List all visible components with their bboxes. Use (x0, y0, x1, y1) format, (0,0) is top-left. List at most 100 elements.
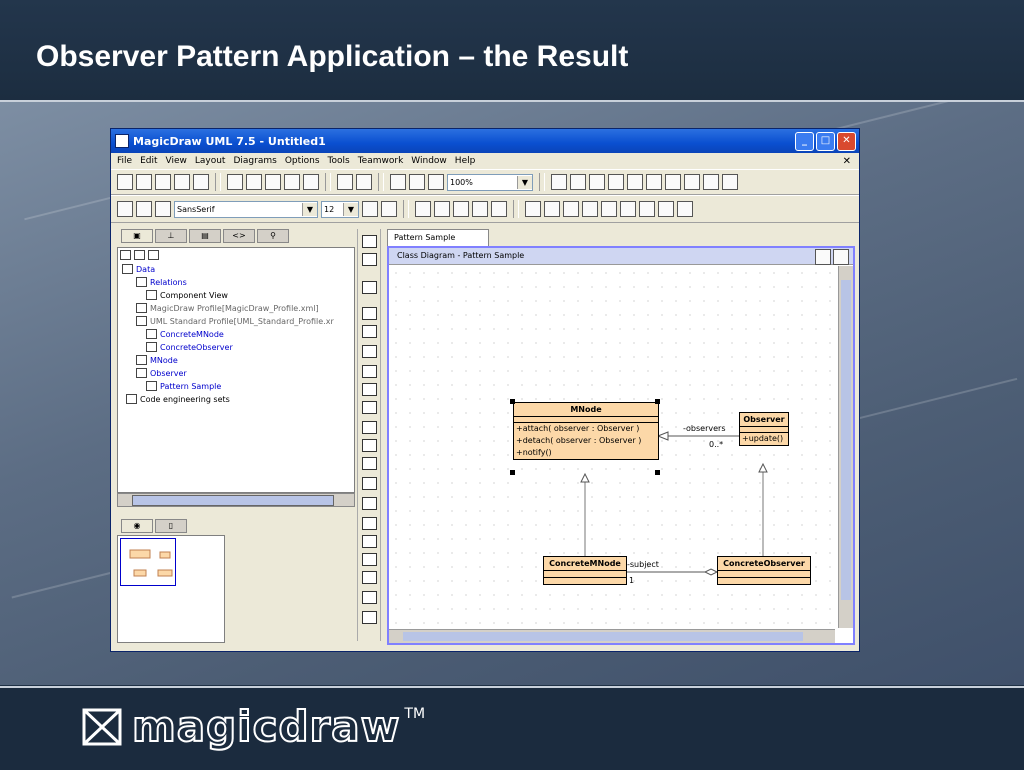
class-concreteobserver[interactable]: ConcreteObserver (717, 556, 811, 585)
tree-horizontal-scrollbar[interactable] (117, 493, 355, 507)
scrollbar-thumb[interactable] (132, 495, 334, 506)
back-icon[interactable] (684, 174, 700, 190)
containment-icon[interactable] (362, 591, 377, 604)
list-icon[interactable] (525, 201, 541, 217)
tree-item-data[interactable]: Data (122, 264, 155, 274)
undock-icon[interactable] (815, 249, 831, 265)
link-icon[interactable] (582, 201, 598, 217)
package-icon[interactable] (362, 401, 377, 414)
tab-inheritance[interactable]: ⊥ (155, 229, 187, 243)
menu-edit[interactable]: Edit (140, 156, 157, 166)
generalization-icon[interactable] (362, 477, 377, 490)
cut-icon[interactable] (227, 174, 243, 190)
package-layout-icon[interactable] (627, 174, 643, 190)
font-color-icon[interactable] (155, 201, 171, 217)
paste-icon[interactable] (265, 174, 281, 190)
print-preview-icon[interactable] (193, 174, 209, 190)
orthogonal-layout-icon[interactable] (570, 174, 586, 190)
reset-path-icon[interactable] (491, 201, 507, 217)
document-close-icon[interactable]: ✕ (843, 156, 851, 167)
zoom-icon[interactable] (390, 174, 406, 190)
tree-item-concretemnode[interactable]: ConcreteMNode (146, 329, 224, 339)
font-family-combo[interactable]: SansSerif ▼ (174, 200, 318, 218)
zoom-in-icon[interactable] (409, 174, 425, 190)
maximize-button[interactable]: □ (816, 131, 835, 151)
minimize-button[interactable]: _ (795, 131, 814, 151)
settings-icon[interactable] (601, 201, 617, 217)
copy-icon[interactable] (246, 174, 262, 190)
rectilinear-path-icon[interactable] (434, 201, 450, 217)
window-titlebar[interactable]: MagicDraw UML 7.5 - Untitled1 _ □ ✕ (111, 129, 859, 153)
close-button[interactable]: ✕ (837, 131, 856, 151)
association-icon[interactable] (362, 421, 377, 434)
oblique-path-icon[interactable] (453, 201, 469, 217)
menu-help[interactable]: Help (455, 156, 476, 166)
tree-item-concreteobserver[interactable]: ConcreteObserver (146, 342, 233, 352)
class-concretemnode[interactable]: ConcreteMNode (543, 556, 627, 585)
menu-options[interactable]: Options (285, 156, 320, 166)
diagram-vertical-scrollbar[interactable] (838, 266, 853, 628)
aggregation-icon[interactable] (362, 439, 377, 452)
tree-item-component-view[interactable]: Component View (146, 290, 228, 300)
bezier-path-icon[interactable] (472, 201, 488, 217)
expand-all-icon[interactable] (120, 250, 131, 260)
menu-window[interactable]: Window (411, 156, 447, 166)
tree-item-pattern-sample[interactable]: Pattern Sample (146, 381, 221, 391)
font-size-combo[interactable]: 12 ▼ (321, 200, 359, 218)
ellipse-icon[interactable] (362, 571, 377, 584)
line-color-icon[interactable] (136, 201, 152, 217)
dependency-icon[interactable] (362, 497, 377, 510)
sort-icon[interactable] (148, 250, 159, 260)
chevron-down-icon[interactable]: ▼ (517, 175, 532, 189)
tree-item-observer[interactable]: Observer (136, 368, 187, 378)
tab-zoom-overview[interactable]: ◉ (121, 519, 153, 533)
diagram-horizontal-scrollbar[interactable] (389, 629, 835, 643)
undo-icon[interactable] (337, 174, 353, 190)
menu-layout[interactable]: Layout (195, 156, 226, 166)
tree-item-relations[interactable]: Relations (136, 277, 187, 287)
note-icon[interactable] (362, 307, 377, 320)
composition-icon[interactable] (362, 457, 377, 470)
scrollbar-thumb[interactable] (841, 280, 851, 600)
id-icon[interactable] (620, 201, 636, 217)
menu-teamwork[interactable]: Teamwork (358, 156, 404, 166)
selection-handle[interactable] (655, 470, 660, 475)
find-icon[interactable] (303, 174, 319, 190)
usage-icon[interactable] (362, 535, 377, 548)
zoom-combo[interactable]: 100% ▼ (447, 173, 533, 191)
menu-file[interactable]: File (117, 156, 132, 166)
save-icon[interactable] (155, 174, 171, 190)
selection-handle[interactable] (510, 470, 515, 475)
tab-containment-tree[interactable]: ▣ (121, 229, 153, 243)
filter-icon[interactable] (134, 250, 145, 260)
new-file-icon[interactable] (117, 174, 133, 190)
tab-diagrams[interactable]: ▤ (189, 229, 221, 243)
link-tool-icon[interactable] (362, 611, 377, 624)
tree-layout-icon[interactable] (589, 174, 605, 190)
fill-color-icon[interactable] (117, 201, 133, 217)
class-observer[interactable]: Observer +update() (739, 412, 789, 446)
open-file-icon[interactable] (136, 174, 152, 190)
hierarchy-layout-icon[interactable] (551, 174, 567, 190)
relations-icon[interactable] (563, 201, 579, 217)
zoom-out-icon[interactable] (428, 174, 444, 190)
tree-item-mnode[interactable]: MNode (136, 355, 178, 365)
path-style-icon[interactable] (415, 201, 431, 217)
class-tool-icon[interactable] (362, 345, 377, 358)
sequence-layout-icon[interactable] (646, 174, 662, 190)
diagram-canvas[interactable]: MNode +attach( observer : Observer ) +de… (389, 266, 835, 628)
anchor-icon[interactable] (362, 325, 377, 338)
interface-icon[interactable] (362, 383, 377, 396)
menu-diagrams[interactable]: Diagrams (233, 156, 276, 166)
tree-item-code-engineering-sets[interactable]: Code engineering sets (126, 394, 230, 404)
forward-icon[interactable] (703, 174, 719, 190)
element-properties-icon[interactable] (381, 201, 397, 217)
tab-search[interactable]: ⚲ (257, 229, 289, 243)
frame-icon[interactable] (658, 201, 674, 217)
tab-code[interactable]: <> (223, 229, 255, 243)
selection-handle[interactable] (510, 399, 515, 404)
tree-item-magicdraw-profile[interactable]: MagicDraw Profile[MagicDraw_Profile.xml] (136, 303, 319, 313)
tree-item-uml-standard-profile[interactable]: UML Standard Profile[UML_Standard_Profil… (136, 316, 334, 326)
print-icon[interactable] (174, 174, 190, 190)
menu-view[interactable]: View (166, 156, 187, 166)
